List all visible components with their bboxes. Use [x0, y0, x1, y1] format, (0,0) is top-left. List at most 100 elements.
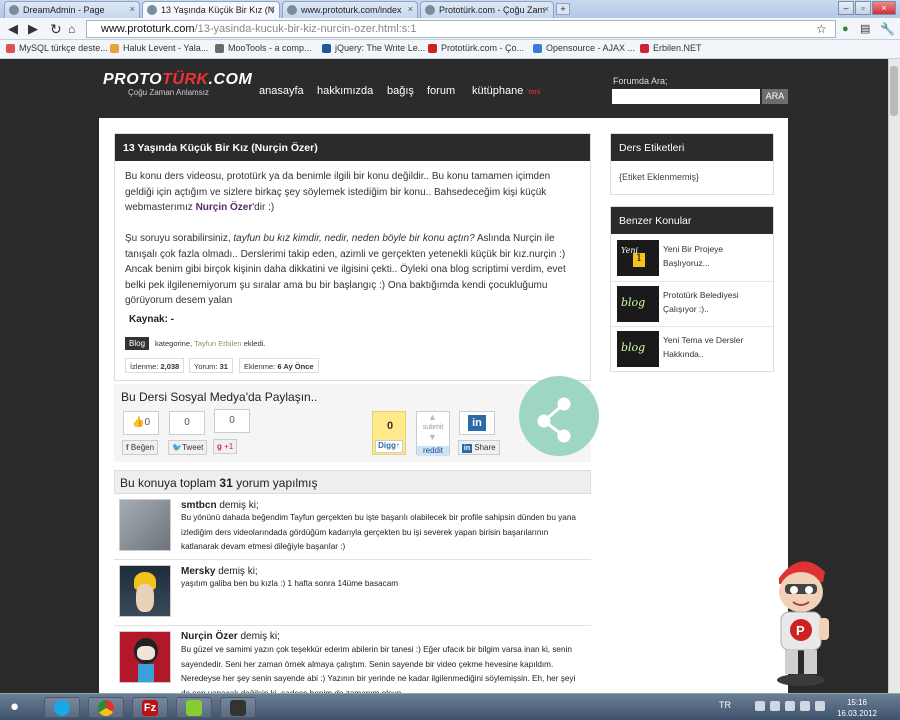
related-thumbnail: blog [617, 331, 659, 367]
forum-search-input[interactable] [612, 89, 760, 104]
downvote-arrow-icon[interactable]: ▼ [428, 432, 437, 442]
linkedin-small-icon: in [462, 444, 472, 453]
bookmark-mootools[interactable]: MooTools - a comp... [215, 43, 312, 53]
article-source: Kaynak: - [129, 314, 175, 325]
chrome-icon [98, 700, 114, 716]
upvote-arrow-icon[interactable]: ▲ [428, 412, 437, 422]
close-tab-icon[interactable]: × [130, 4, 135, 14]
menu-anasayfa[interactable]: anasayfa [259, 85, 304, 97]
stat-added: Eklenme: 6 Ay Önce [239, 358, 319, 373]
home-icon[interactable]: ⌂ [68, 22, 75, 36]
bookmark-opensource[interactable]: Opensource - AJAX ... [533, 43, 635, 53]
share-title: Bu Dersi Sosyal Medya'da Paylaşın.. [121, 390, 318, 404]
tab-prototurk-home[interactable]: Prototürk.com - Çoğu Zam × [420, 1, 554, 18]
comment-divider [114, 625, 591, 626]
page-icon [425, 5, 435, 15]
digg-button[interactable]: Digg↑ [375, 440, 403, 453]
tweet-button[interactable]: 🐦Tweet [168, 440, 208, 455]
site-logo[interactable]: PROTOTÜRK.COM [103, 71, 252, 89]
related-link[interactable]: Prototürk Belediyesi Çalışıyor :).. [663, 288, 767, 316]
apple-icon[interactable]: ● [10, 698, 19, 715]
facebook-like-button[interactable]: f Beğen [122, 440, 159, 455]
menu-forum[interactable]: forum [427, 85, 455, 97]
author-link[interactable]: Tayfun Erbilen [194, 339, 242, 348]
menu-bagis[interactable]: bağış [387, 85, 414, 97]
site-tagline: Çoğu Zaman Anlamsız [128, 88, 209, 97]
new-tab-button[interactable]: + [556, 3, 570, 15]
comment-divider [114, 559, 591, 560]
tags-widget: Ders Etiketleri {Etiket Eklenmemiş} [610, 133, 774, 195]
menu-kutuphane[interactable]: kütüphane [472, 85, 523, 97]
bookmark-jquery[interactable]: jQuery: The Write Le... [322, 43, 425, 53]
stat-views: İzlenme: 2,038 [125, 358, 185, 373]
tab-active-article[interactable]: 13 Yaşında Küçük Bir Kız (N × [142, 1, 280, 18]
comments-heading: Bu konuya toplam 31 yorum yapılmış [114, 470, 591, 494]
scrollbar-thumb[interactable] [890, 66, 898, 116]
linkedin-counter: in [459, 411, 495, 435]
browser-nav-bar: ◀ ▶ ↻ ⌂ www.prototurk.com/13-yasinda-kuc… [0, 18, 900, 40]
page-icon [287, 5, 297, 15]
related-divider [611, 281, 773, 282]
bookmark-haluk-levent[interactable]: Haluk Levent - Yala... [110, 43, 208, 53]
tab-prototurk-index[interactable]: www.prototurk.com/index × [282, 1, 418, 18]
linkedin-share-button[interactable]: in Share [458, 440, 500, 455]
comment-author: smtbcn demiş ki; [181, 500, 259, 511]
author-name-link[interactable]: Nurçin Özer [196, 202, 253, 213]
language-indicator[interactable]: TR [719, 700, 731, 710]
page-scrollbar[interactable] [888, 59, 900, 693]
close-tab-icon[interactable]: × [408, 4, 413, 14]
taskbar-clock[interactable]: 15:16 16.03.2012 [834, 697, 880, 719]
reload-icon[interactable]: ↻ [50, 22, 62, 36]
close-tab-icon[interactable]: × [270, 4, 275, 14]
volume-icon[interactable] [800, 701, 810, 711]
tray-icon[interactable] [755, 701, 765, 711]
bookmark-mysql[interactable]: MySQL türkçe deste... [6, 43, 108, 53]
taskbar-skype[interactable] [44, 697, 80, 718]
search-button[interactable]: ARA [762, 89, 788, 104]
article-paragraph-2: Şu soruyu sorabilirsiniz, tayfun bu kız … [125, 233, 566, 306]
bookmark-prototurk[interactable]: Prototürk.com - Ço... [428, 43, 524, 53]
bookmark-erbilen[interactable]: Erbilen.NET [640, 43, 702, 53]
url-domain: www.prototurk.com [101, 23, 195, 35]
facebook-icon: f [126, 443, 129, 452]
category-tag[interactable]: Blog [125, 337, 150, 350]
avatar [119, 631, 171, 683]
close-window-button[interactable]: × [872, 1, 896, 15]
network-icon[interactable] [785, 701, 795, 711]
related-thumbnail: Yeni 1 [617, 240, 659, 276]
tray-icon[interactable] [770, 701, 780, 711]
back-arrow-icon[interactable]: ◀ [8, 22, 18, 36]
category-line: kategorine, Tayfun Erbilen ekledi. [155, 339, 266, 348]
related-topics-widget: Benzer Konular Yeni 1 Yeni Bir Projeye Ba… [610, 206, 774, 372]
related-title: Benzer Konular [611, 207, 773, 234]
related-item[interactable]: blog Yeni Tema ve Dersler Hakkında.. [617, 331, 767, 373]
social-share-box: Bu Dersi Sosyal Medya'da Paylaşın.. 👍0 f… [114, 376, 599, 462]
extension-icon[interactable]: ● [842, 22, 849, 36]
related-thumbnail: blog [617, 286, 659, 322]
related-item[interactable]: blog Prototürk Belediyesi Çalışıyor :).. [617, 286, 767, 328]
taskbar-chrome[interactable] [88, 697, 124, 718]
wrench-icon[interactable]: 🔧 [880, 22, 895, 36]
battery-icon[interactable] [815, 701, 825, 711]
close-tab-icon[interactable]: × [544, 4, 549, 14]
related-link[interactable]: Yeni Tema ve Dersler Hakkında.. [663, 333, 767, 361]
address-bar[interactable]: www.prototurk.com/13-yasinda-kucuk-bir-k… [86, 20, 836, 38]
site-header: PROTOTÜRK.COM Çoğu Zaman Anlamsız anasay… [0, 59, 888, 112]
page-menu-icon[interactable]: ▤ [860, 22, 870, 36]
menu-hakkimizda[interactable]: hakkımızda [317, 85, 373, 97]
bookmark-star-icon[interactable]: ☆ [816, 22, 827, 36]
google-plus-button[interactable]: g +1 [213, 439, 238, 454]
taskbar-filezilla[interactable]: Fz [132, 697, 168, 718]
minimize-button[interactable]: – [838, 1, 854, 15]
tab-dreamadmin[interactable]: DreamAdmin - Page × [4, 1, 140, 18]
maximize-button[interactable]: ▫ [855, 1, 871, 15]
reddit-widget[interactable]: ▲ submit ▼ reddit [416, 411, 450, 456]
twitter-bird-icon: 🐦 [172, 443, 182, 452]
taskbar-tool[interactable] [220, 697, 256, 718]
digg-arrow-icon: ↑ [395, 441, 400, 450]
comments-section: Bu konuya toplam 31 yorum yapılmış smtbc… [114, 470, 591, 693]
related-item[interactable]: Yeni 1 Yeni Bir Projeye Başlıyoruz... [617, 240, 767, 282]
taskbar-notepad[interactable] [176, 697, 212, 718]
related-link[interactable]: Yeni Bir Projeye Başlıyoruz... [663, 242, 767, 270]
forward-arrow-icon[interactable]: ▶ [28, 22, 38, 36]
